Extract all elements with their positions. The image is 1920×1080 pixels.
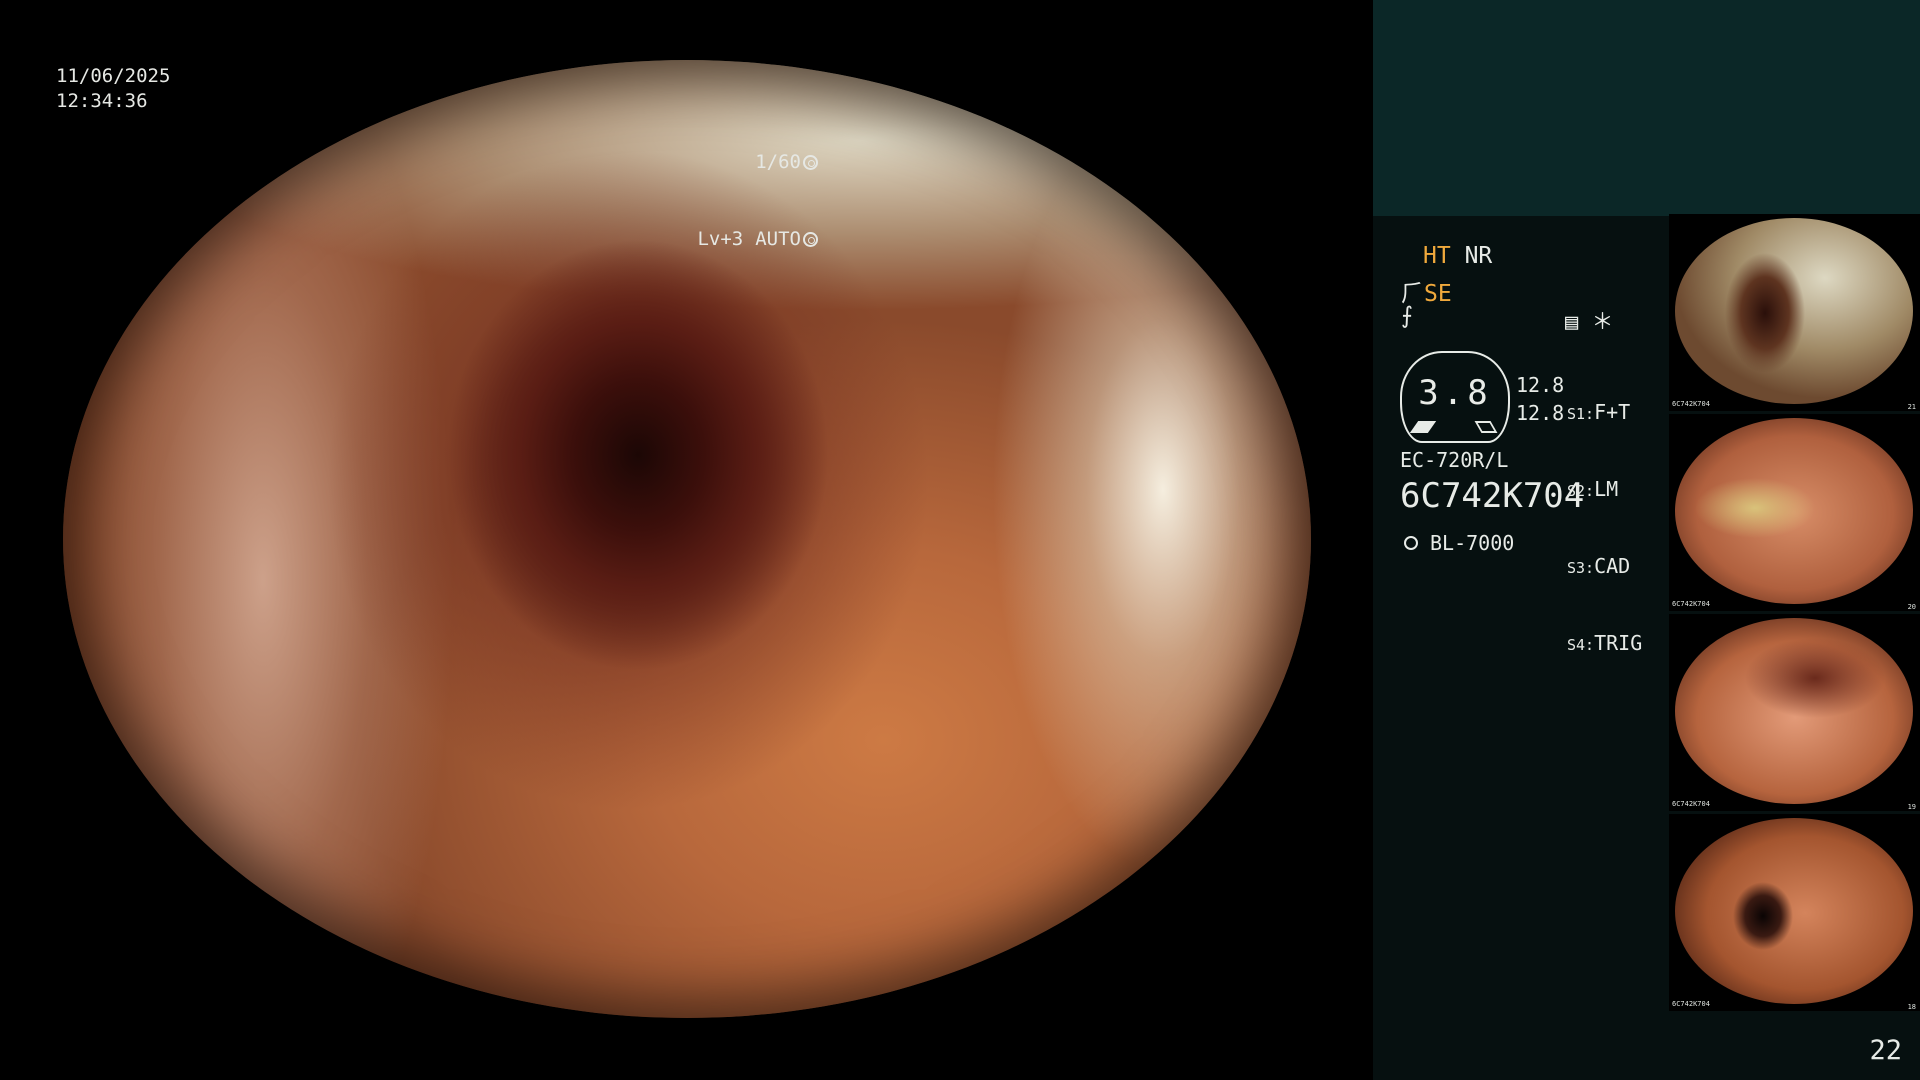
thumbnail[interactable]: 6C742K704 18: [1669, 814, 1920, 1011]
preset-key: S4:: [1567, 636, 1595, 654]
thumbnail-image: [1675, 618, 1913, 804]
exposure-readout: 1/60 Lv+3 AUTO: [697, 99, 818, 303]
iris-mode: AUTO: [755, 228, 801, 250]
magnification-gauge: 3.8: [1400, 351, 1510, 443]
date-text: 11/06/2025: [56, 65, 171, 87]
shutter-speed: 1/60: [755, 151, 801, 173]
shutter-icon: [803, 155, 818, 170]
light-source-model: BL-7000: [1430, 531, 1515, 555]
nr-mode: NR: [1464, 243, 1493, 269]
se-mode: SE: [1424, 281, 1452, 307]
gauge-left-marker-icon: [1409, 421, 1437, 433]
thumbnail[interactable]: 6C742K704 20: [1669, 414, 1920, 611]
endoscope-main-view: 11/06/2025 12:34:36 1/60 Lv+3 AUTO: [0, 0, 1373, 1080]
image-count: 22: [1869, 1035, 1902, 1066]
thumbnail-number: 20: [1907, 603, 1916, 611]
brightness-level: Lv+3: [697, 228, 744, 250]
preset-row: S1:F+T: [1567, 400, 1642, 427]
gauge-right-marker-icon: [1474, 421, 1498, 433]
preset-key: S3:: [1567, 559, 1595, 577]
zoom-value: 12.8: [1516, 401, 1565, 425]
zoom-value: 12.8: [1516, 373, 1565, 397]
info-side-panel: HT NR ⺁SE ⨍ ▤ ＊ 3.8 12.8 12.8 S1:F+T S2:L…: [1373, 0, 1920, 1080]
preset-value: F+T: [1594, 400, 1631, 424]
mode-row-ht-nr: HT NR: [1423, 243, 1492, 269]
preset-key: S1:: [1567, 405, 1595, 423]
thumbnail-image: [1675, 818, 1913, 1004]
lens-vignette: [63, 60, 1311, 1018]
preset-value: CAD: [1594, 554, 1631, 578]
thumbnail-label: 6C742K704: [1672, 800, 1710, 808]
scope-serial-number: 6C742K704: [1400, 476, 1585, 516]
preset-row: S4:TRIG: [1567, 631, 1642, 658]
preset-value: LM: [1594, 477, 1619, 501]
thumbnail-number: 18: [1907, 1003, 1916, 1011]
thumbnail-image: [1675, 418, 1913, 604]
thumbnail-image: [1675, 218, 1913, 404]
thumbnail[interactable]: 6C742K704 19: [1669, 614, 1920, 811]
panel-header: [1373, 0, 1920, 216]
preset-value: TRIG: [1594, 631, 1643, 655]
scope-model: EC-720R/L: [1400, 448, 1509, 472]
light-source-icon: [1400, 532, 1422, 554]
f-symbol-icon: ⨍: [1401, 303, 1413, 329]
time-text: 12:34:36: [56, 90, 148, 112]
mode-row-f: ⨍: [1401, 303, 1413, 329]
captured-thumbnails: 6C742K704 21 6C742K704 20 6C742K704 19 6…: [1669, 214, 1920, 1014]
preset-row: S3:CAD: [1567, 554, 1642, 581]
thumbnail-number: 19: [1907, 803, 1916, 811]
thumbnail-label: 6C742K704: [1672, 1000, 1710, 1008]
zoom-values: 12.8 12.8: [1516, 371, 1564, 427]
light-source-row: BL-7000: [1400, 531, 1514, 555]
scope-switch-presets: S1:F+T S2:LM S3:CAD S4:TRIG: [1567, 350, 1642, 708]
ht-mode: HT: [1423, 243, 1451, 269]
thumbnail-number: 21: [1907, 403, 1916, 411]
gauge-value: 3.8: [1418, 373, 1492, 413]
thumbnail-label: 6C742K704: [1672, 400, 1710, 408]
date-time-readout: 11/06/2025 12:34:36: [56, 64, 170, 114]
iris-icon: [803, 232, 818, 247]
capture-mode-icons: ▤ ＊: [1565, 310, 1614, 335]
thumbnail-label: 6C742K704: [1672, 600, 1710, 608]
thumbnail[interactable]: 6C742K704 21: [1669, 214, 1920, 411]
